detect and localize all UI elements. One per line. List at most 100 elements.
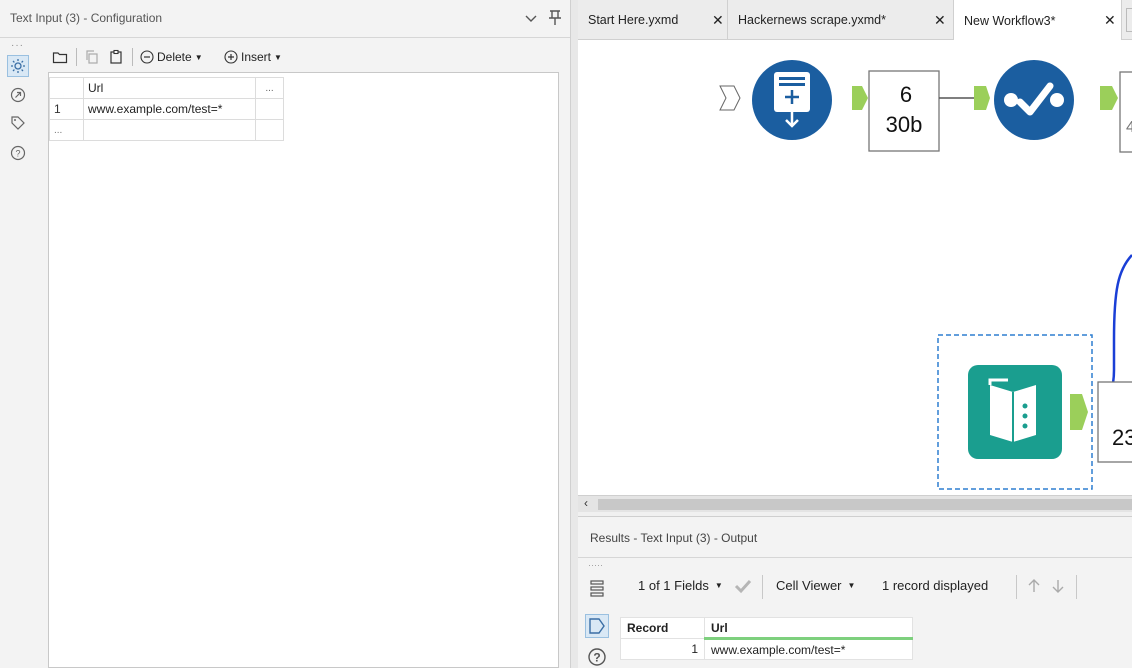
results-grid: Record Url 1 www.example.com/test=* <box>620 617 913 660</box>
toolbar-separator <box>132 48 133 66</box>
toolbar-separator <box>1076 575 1077 599</box>
open-folder-icon[interactable] <box>52 47 68 67</box>
metadata-tag-icon[interactable] <box>585 614 609 638</box>
output-anchor[interactable] <box>1100 86 1118 110</box>
chevron-down-icon[interactable] <box>520 7 542 29</box>
input-anchor[interactable] <box>974 86 990 110</box>
toolbar-separator <box>76 48 77 66</box>
grid-cell-empty[interactable] <box>83 119 256 141</box>
help-icon[interactable]: ? <box>7 142 29 164</box>
canvas-horizontal-scrollbar[interactable]: ‹ <box>578 495 1132 512</box>
workflow-area: Start Here.yxmd ✕ Hackernews scrape.yxmd… <box>578 0 1132 668</box>
cell-viewer-dropdown[interactable]: Cell Viewer ▼ <box>776 578 855 593</box>
add-column-button[interactable]: ... <box>255 77 284 99</box>
configuration-side-rail: ··· ? <box>0 39 46 668</box>
workflow-tab-bar: Start Here.yxmd ✕ Hackernews scrape.yxmd… <box>578 0 1132 41</box>
column-header-url[interactable]: Url <box>704 617 913 640</box>
input-anchor-icon <box>719 85 741 111</box>
svg-text:?: ? <box>593 651 600 665</box>
plus-circle-icon <box>224 50 238 64</box>
cell-viewer-label: Cell Viewer <box>776 578 842 593</box>
divider <box>578 557 1132 558</box>
record-number: 1 <box>620 638 705 660</box>
grid-cell-empty[interactable] <box>255 119 284 141</box>
tab-start-here[interactable]: Start Here.yxmd ✕ <box>578 0 728 40</box>
grip-dots-icon: ··· <box>11 40 24 51</box>
workflow-canvas[interactable]: 6 30b 4 23 <box>578 40 1132 495</box>
configuration-panel: Text Input (3) - Configuration ··· ? Del… <box>0 0 578 668</box>
insert-label: Insert <box>241 50 272 64</box>
column-header-record[interactable]: Record <box>620 617 705 639</box>
grid-new-row: ... <box>49 119 284 141</box>
records-displayed: 1 record displayed <box>882 578 988 593</box>
configuration-title: Text Input (3) - Configuration <box>10 11 163 25</box>
tab-label: Start Here.yxmd <box>588 13 679 27</box>
delete-button[interactable]: Delete ▼ <box>140 47 203 67</box>
minus-circle-icon <box>140 50 154 64</box>
tab-new-workflow3[interactable]: New Workflow3* ✕ <box>954 0 1122 41</box>
panel-splitter[interactable] <box>570 0 578 668</box>
table-view-icon[interactable] <box>585 577 609 601</box>
records-label: 1 record displayed <box>882 578 989 593</box>
caret-down-icon: ▼ <box>194 52 203 62</box>
row-number: 1 <box>49 98 84 120</box>
fields-dropdown[interactable]: 1 of 1 Fields ▼ <box>638 578 723 593</box>
results-toolbar: 1 of 1 Fields ▼ Cell Viewer ▼ 1 record d… <box>628 575 1132 599</box>
grid-header-row: Url ... <box>49 77 284 99</box>
results-title: Results - Text Input (3) - Output <box>590 531 758 545</box>
delete-label: Delete <box>157 50 192 64</box>
partial-digit: 4 <box>1126 119 1132 136</box>
toolbar-separator <box>762 575 763 599</box>
record-count-text: 6 <box>900 82 912 107</box>
output-anchor[interactable] <box>1070 394 1088 430</box>
table-row[interactable]: 1 www.example.com/test=* <box>620 638 913 660</box>
scroll-left-icon[interactable]: ‹ <box>584 496 588 510</box>
select-check-tool-icon[interactable] <box>994 60 1074 140</box>
tab-label: New Workflow3* <box>964 13 1056 28</box>
arrow-up-icon[interactable] <box>1026 578 1042 594</box>
canvas-drawing: 6 30b 4 23 <box>719 60 1132 490</box>
checkmark-icon[interactable] <box>734 578 752 594</box>
output-anchor[interactable] <box>852 86 868 110</box>
close-icon[interactable]: ✕ <box>1104 12 1116 29</box>
insert-button[interactable]: Insert ▼ <box>224 47 282 67</box>
add-row-button[interactable]: ... <box>49 119 84 141</box>
paste-icon[interactable] <box>108 47 124 67</box>
column-header-url[interactable]: Url <box>83 77 256 99</box>
arrow-down-icon[interactable] <box>1050 578 1066 594</box>
tab-hackernews-scrape[interactable]: Hackernews scrape.yxmd* ✕ <box>728 0 954 40</box>
caret-down-icon: ▼ <box>847 581 856 590</box>
alteryx-window: Text Input (3) - Configuration ··· ? Del… <box>0 0 1132 668</box>
close-icon[interactable]: ✕ <box>712 12 724 29</box>
close-icon[interactable]: ✕ <box>934 12 946 29</box>
grid-cell-empty[interactable] <box>255 98 284 120</box>
toolbar-separator <box>1016 575 1017 599</box>
record-size-text: 30b <box>886 112 923 137</box>
corner-cell <box>49 77 84 99</box>
url-cell[interactable]: www.example.com/test=* <box>704 638 913 660</box>
results-side-rail: ····· ? <box>578 559 622 668</box>
grid-cell[interactable]: www.example.com/test=* <box>83 98 256 120</box>
svg-text:?: ? <box>15 149 20 159</box>
configuration-toolbar: Delete ▼ Insert ▼ <box>46 44 556 70</box>
gear-icon[interactable] <box>7 55 29 77</box>
text-input-grid-area: Url ... 1 www.example.com/test=* ... <box>48 72 559 668</box>
record-size-text: 23 <box>1112 425 1132 450</box>
download-tool-icon[interactable] <box>752 60 832 140</box>
grid-row: 1 www.example.com/test=* <box>49 98 284 120</box>
help-icon[interactable]: ? <box>585 645 609 668</box>
tab-label: Hackernews scrape.yxmd* <box>738 13 886 27</box>
text-input-tool-icon[interactable] <box>968 365 1062 459</box>
record-count-box-partial <box>1097 381 1132 463</box>
fields-label: 1 of 1 Fields <box>638 578 709 593</box>
caret-down-icon: ▼ <box>714 581 723 590</box>
text-input-grid: Url ... 1 www.example.com/test=* ... <box>49 77 284 141</box>
output-arrow-icon[interactable] <box>7 84 29 106</box>
results-header-row: Record Url <box>620 617 913 640</box>
pin-icon[interactable] <box>544 7 566 29</box>
tag-icon[interactable] <box>7 112 29 134</box>
record-count-box-partial <box>1119 71 1132 153</box>
scroll-thumb[interactable] <box>598 499 1132 510</box>
copy-icon[interactable] <box>84 47 100 67</box>
configuration-header: Text Input (3) - Configuration <box>0 0 578 38</box>
